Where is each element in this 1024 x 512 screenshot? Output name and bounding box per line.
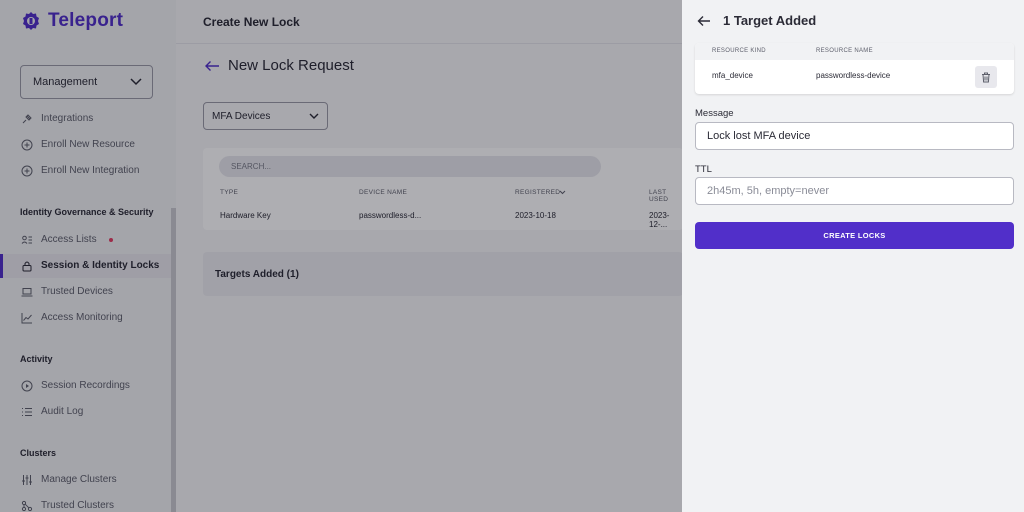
message-label: Message xyxy=(695,108,734,119)
back-arrow-icon[interactable] xyxy=(697,15,711,27)
table-cell-resource-name: passwordless-device xyxy=(816,71,891,80)
drawer-header: 1 Target Added xyxy=(697,13,816,28)
ttl-label: TTL xyxy=(695,164,712,175)
modal-overlay[interactable] xyxy=(0,0,682,512)
ttl-input[interactable] xyxy=(695,177,1014,205)
column-header-resource-kind: RESOURCE KIND xyxy=(712,48,766,54)
create-locks-button[interactable]: CREATE LOCKS xyxy=(695,222,1014,249)
targets-table-header: RESOURCE KIND RESOURCE NAME xyxy=(695,43,1014,60)
remove-target-button[interactable] xyxy=(975,66,997,88)
table-cell-resource-kind: mfa_device xyxy=(712,71,753,80)
message-input[interactable] xyxy=(695,122,1014,150)
targets-drawer: 1 Target Added RESOURCE KIND RESOURCE NA… xyxy=(682,0,1024,512)
drawer-title: 1 Target Added xyxy=(723,13,817,28)
targets-table: RESOURCE KIND RESOURCE NAME mfa_device p… xyxy=(695,43,1014,94)
trash-icon xyxy=(982,72,990,82)
column-header-resource-name: RESOURCE NAME xyxy=(816,48,873,54)
